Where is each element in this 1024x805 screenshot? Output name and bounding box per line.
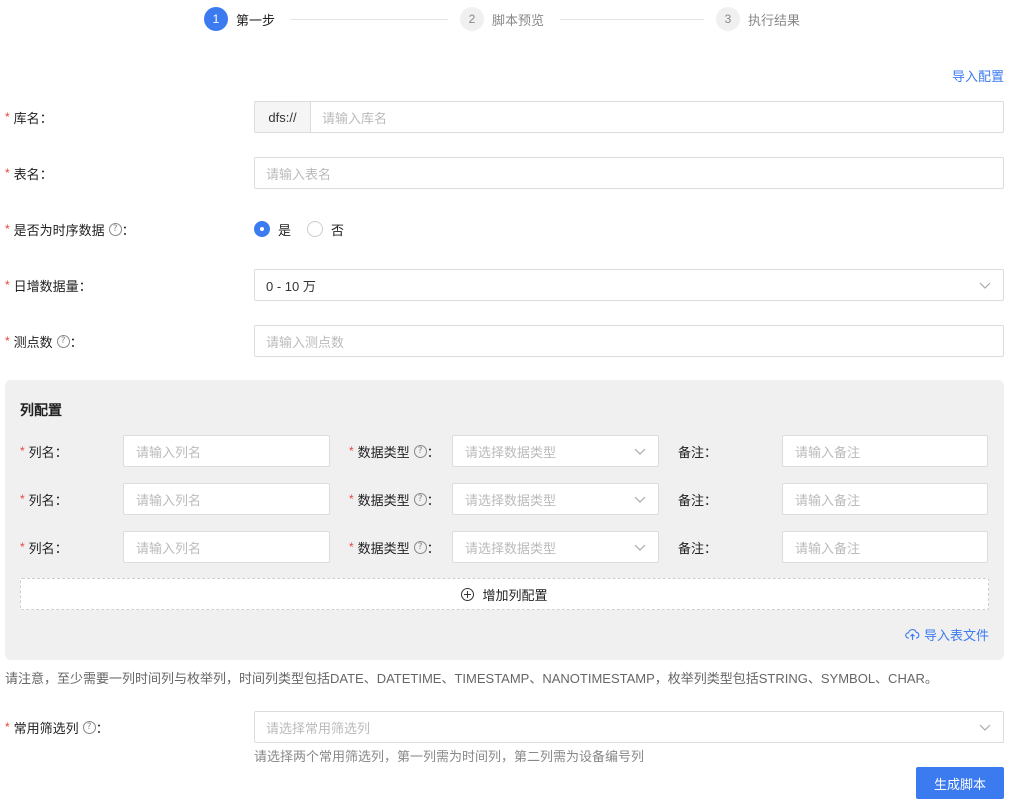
daily-volume-row: * 日增数据量： 0 - 10 万: [0, 269, 1024, 301]
remark-label: 备注：: [678, 444, 718, 460]
daily-volume-select[interactable]: 0 - 10 万: [254, 269, 1004, 301]
column-name-input[interactable]: 请输入列名: [123, 531, 330, 563]
question-icon[interactable]: ?: [413, 540, 427, 554]
required-mark: *: [5, 166, 10, 180]
question-icon[interactable]: ?: [82, 720, 96, 734]
step-divider: [290, 19, 448, 20]
required-mark: *: [5, 222, 10, 236]
filter-row: * 常用筛选列 ?： 请选择常用筛选列: [0, 711, 1024, 743]
table-name-row: * 表名： 请输入表名: [0, 157, 1024, 189]
radio-no[interactable]: 否: [307, 220, 344, 239]
required-mark: *: [5, 720, 10, 734]
radio-unchecked-icon: [307, 221, 324, 237]
column-row: * 列名： 请输入列名 * 数据类型?： 请选择数据类型 备注： 请输入备注: [5, 483, 1004, 515]
chevron-down-icon: [979, 724, 991, 731]
required-mark: *: [5, 278, 10, 292]
radio-yes[interactable]: 是: [254, 220, 291, 239]
column-name-label: * 列名：: [20, 444, 68, 460]
data-type-select[interactable]: 请选择数据类型: [452, 483, 659, 515]
column-row: * 列名： 请输入列名 * 数据类型?： 请选择数据类型 备注： 请输入备注: [5, 435, 1004, 467]
data-type-label: * 数据类型?：: [349, 444, 440, 460]
notice-text: 请注意，至少需要一列时间列与枚举列，时间列类型包括DATE、DATETIME、T…: [5, 671, 938, 686]
question-icon[interactable]: ?: [56, 334, 70, 348]
column-name-input[interactable]: 请输入列名: [123, 483, 330, 515]
chevron-down-icon: [979, 282, 991, 289]
step-3-label: 执行结果: [748, 13, 801, 28]
cloud-upload-icon: [905, 629, 920, 640]
column-name-label: * 列名：: [20, 540, 68, 556]
step-divider: [560, 19, 704, 20]
table-name-label: * 表名：: [5, 166, 53, 182]
chevron-down-icon: [634, 544, 646, 551]
data-type-label: * 数据类型?：: [349, 540, 440, 556]
timeseries-label: * 是否为时序数据 ?：: [5, 222, 135, 238]
column-config-panel: 列配置 * 列名： 请输入列名 * 数据类型?： 请选择数据类型 备注： 请输入备注…: [5, 380, 1004, 660]
timeseries-radio-group: 是 否: [254, 213, 360, 245]
remark-label: 备注：: [678, 492, 718, 508]
filter-select[interactable]: 请选择常用筛选列: [254, 711, 1004, 743]
column-name-label: * 列名：: [20, 492, 68, 508]
points-label: * 测点数 ?：: [5, 334, 83, 350]
db-name-row: * 库名： dfs:// 请输入库名: [0, 101, 1024, 133]
column-row: * 列名： 请输入列名 * 数据类型?： 请选择数据类型 备注： 请输入备注: [5, 531, 1004, 563]
plus-circle-icon: [461, 587, 475, 601]
remark-input[interactable]: 请输入备注: [782, 483, 988, 515]
required-mark: *: [5, 110, 10, 124]
import-config-link[interactable]: 导入配置: [952, 66, 1004, 85]
remark-label: 备注：: [678, 540, 718, 556]
filter-label: * 常用筛选列 ?：: [5, 720, 109, 736]
remark-input[interactable]: 请输入备注: [782, 435, 988, 467]
add-column-button[interactable]: 增加列配置: [20, 578, 989, 610]
chevron-down-icon: [634, 496, 646, 503]
step-3-number: 3: [716, 7, 740, 31]
step-1-label: 第一步: [236, 13, 276, 28]
daily-volume-label: * 日增数据量：: [5, 278, 92, 294]
generate-script-button[interactable]: 生成脚本: [916, 767, 1004, 799]
required-mark: *: [5, 334, 10, 348]
db-prefix-addon: dfs://: [254, 101, 311, 133]
remark-input[interactable]: 请输入备注: [782, 531, 988, 563]
timeseries-row: * 是否为时序数据 ?： 是 否: [0, 213, 1024, 245]
step-2-label: 脚本预览: [492, 13, 545, 28]
db-name-label: * 库名：: [5, 110, 53, 126]
question-icon[interactable]: ?: [413, 444, 427, 458]
question-icon[interactable]: ?: [108, 222, 122, 236]
steps-bar: 1 第一步 2 脚本预览 3 执行结果: [204, 7, 814, 31]
question-icon[interactable]: ?: [413, 492, 427, 506]
data-type-select[interactable]: 请选择数据类型: [452, 531, 659, 563]
step-2-number: 2: [460, 7, 484, 31]
data-type-select[interactable]: 请选择数据类型: [452, 435, 659, 467]
points-input[interactable]: 请输入测点数: [254, 325, 1004, 357]
table-name-input[interactable]: 请输入表名: [254, 157, 1004, 189]
points-row: * 测点数 ?： 请输入测点数: [0, 325, 1024, 357]
radio-checked-icon: [254, 221, 270, 237]
column-config-title: 列配置: [20, 402, 62, 418]
import-table-file-link[interactable]: 导入表文件: [905, 625, 989, 644]
db-name-input[interactable]: 请输入库名: [310, 101, 1004, 133]
chevron-down-icon: [634, 448, 646, 455]
data-type-label: * 数据类型?：: [349, 492, 440, 508]
column-name-input[interactable]: 请输入列名: [123, 435, 330, 467]
filter-hint: 请选择两个常用筛选列，第一列需为时间列，第二列需为设备编号列: [254, 749, 645, 764]
step-1-number: 1: [204, 7, 228, 31]
